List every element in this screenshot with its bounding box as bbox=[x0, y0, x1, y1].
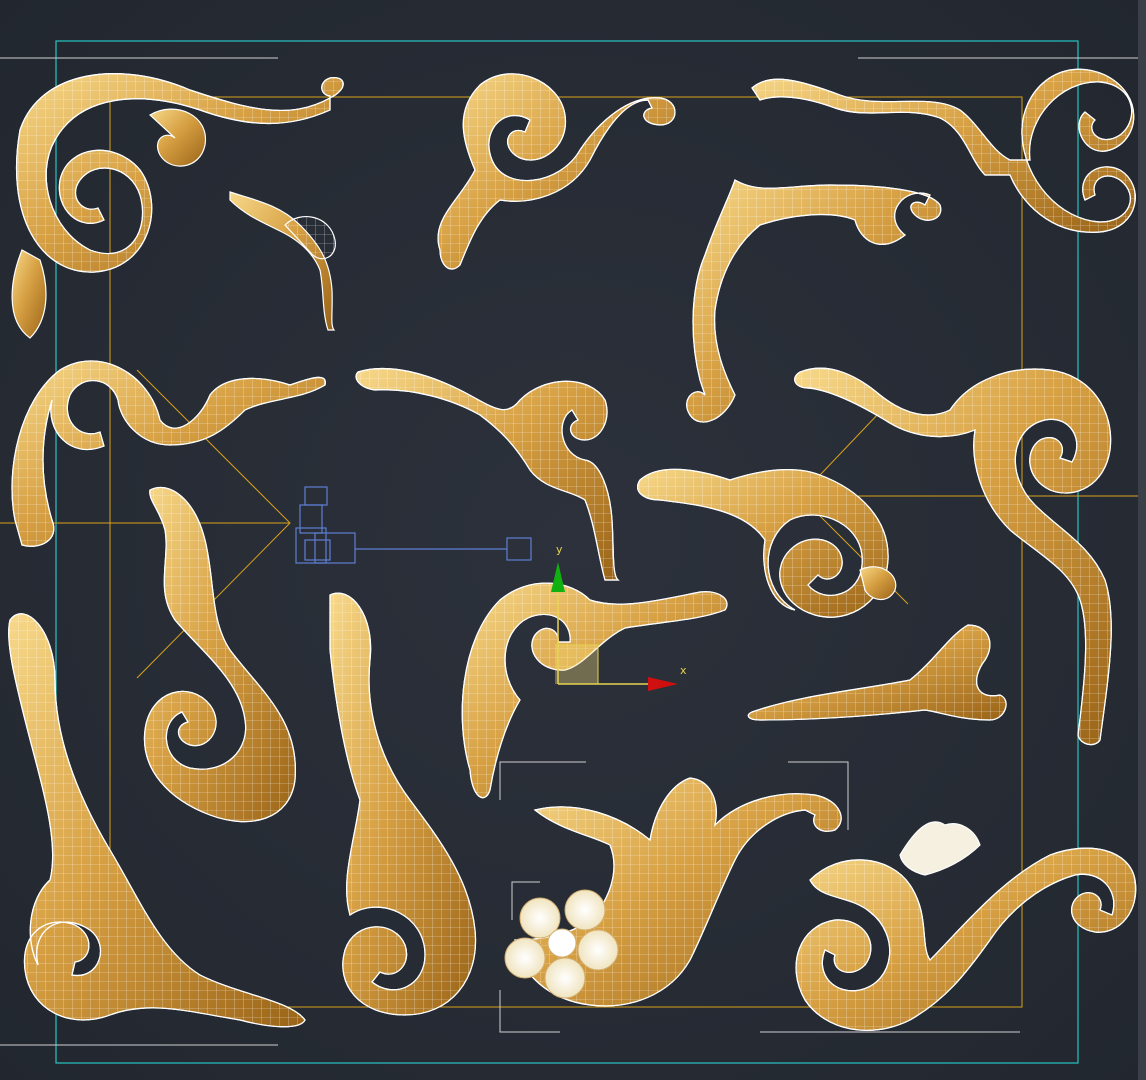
bracket-center bbox=[499, 761, 586, 800]
bracket-bottom-left bbox=[499, 990, 560, 1033]
viewport-scene[interactable]: y x bbox=[0, 0, 1146, 1080]
ornament-spiral-center-right[interactable] bbox=[637, 468, 897, 618]
viewport-right-edge bbox=[1138, 0, 1146, 1080]
ornament-leaf-right-small[interactable] bbox=[747, 624, 1007, 721]
gizmo-selection-highlight bbox=[555, 645, 598, 684]
ornaments[interactable] bbox=[8, 68, 1137, 1031]
ornament-scroll-center-upper[interactable] bbox=[355, 367, 620, 581]
ornament-acanthus-left-tall[interactable] bbox=[143, 486, 296, 823]
ornament-scroll-center-left-tall[interactable] bbox=[329, 592, 477, 1016]
ornament-corner-bottom-right[interactable] bbox=[795, 821, 1137, 1031]
ornament-acanthus-rosette[interactable] bbox=[504, 777, 842, 1007]
3d-viewport[interactable]: y x bbox=[0, 0, 1146, 1080]
ornament-scroll-center-lower[interactable] bbox=[461, 582, 728, 799]
camera-target[interactable] bbox=[506, 537, 532, 561]
gizmo-y-label: y bbox=[556, 543, 563, 556]
gizmo-y-arrow[interactable] bbox=[551, 562, 565, 592]
gizmo-x-arrow[interactable] bbox=[648, 677, 678, 691]
camera-object[interactable] bbox=[295, 486, 532, 564]
ornament-small-sprig[interactable] bbox=[229, 191, 336, 331]
gizmo-x-label: x bbox=[680, 664, 687, 677]
ornament-corner-top-left[interactable] bbox=[11, 73, 344, 339]
ornament-scroll-top-center[interactable] bbox=[437, 73, 676, 270]
